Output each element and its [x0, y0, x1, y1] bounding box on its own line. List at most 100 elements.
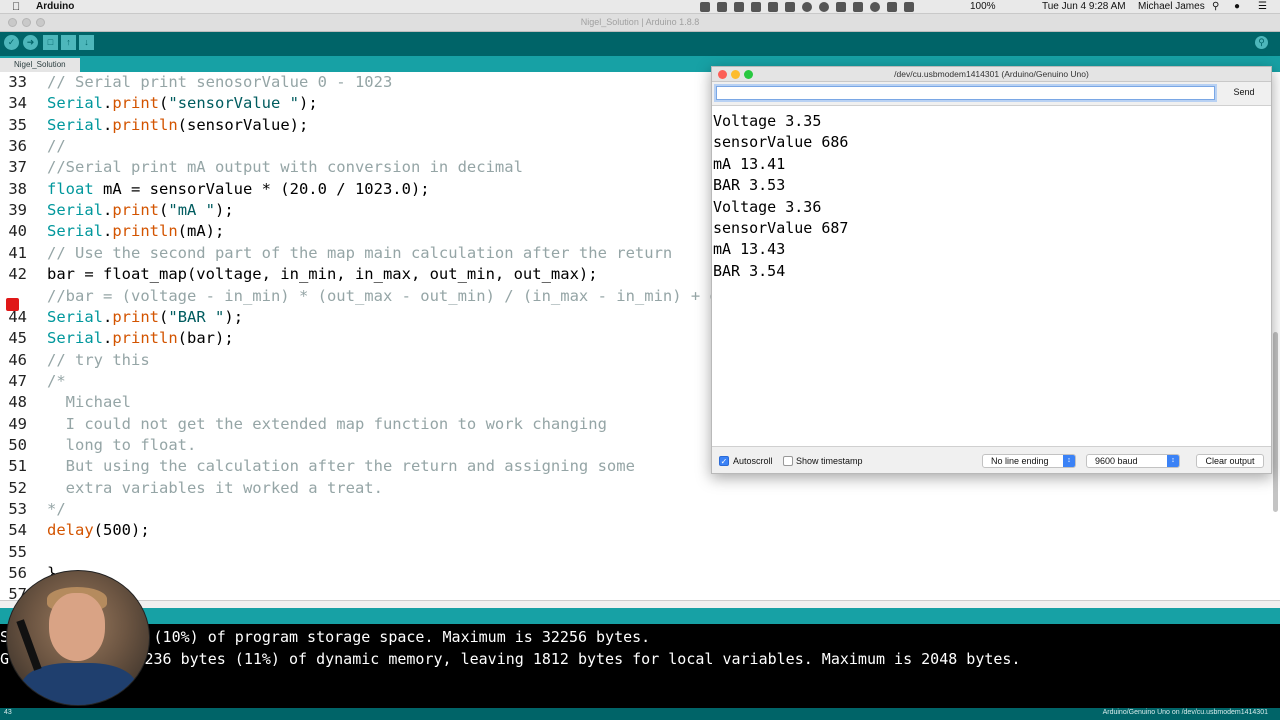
clock-icon[interactable]	[870, 2, 880, 12]
autoscroll-label: Autoscroll	[733, 456, 773, 466]
tray-icon[interactable]	[751, 2, 761, 12]
send-button[interactable]: Send	[1222, 85, 1266, 100]
code-line[interactable]: //bar = (voltage - in_min) * (out_max - …	[0, 286, 784, 307]
notification-icon[interactable]: ☰	[1258, 0, 1267, 14]
code-token: Michael	[47, 393, 131, 412]
code-token: extra variables it worked a treat.	[47, 478, 383, 497]
menubar-clock[interactable]: Tue Jun 4 9:28 AM	[1042, 0, 1126, 14]
line-number: 37	[8, 158, 27, 177]
new-sketch-button[interactable]: □	[43, 35, 58, 50]
line-number: 40	[8, 222, 27, 241]
serial-monitor-button[interactable]: ⚲	[1255, 36, 1268, 49]
tab-sketch[interactable]: Nigel_Solution	[0, 58, 80, 72]
serial-output-line: mA 13.43	[713, 240, 786, 259]
code-line[interactable]: 36 //	[0, 136, 66, 157]
line-number: 33	[8, 73, 27, 91]
editor-scrollbar[interactable]	[1273, 332, 1278, 512]
code-line[interactable]: 46 // try this	[0, 350, 149, 371]
code-line[interactable]: 49 I could not get the extended map func…	[0, 414, 607, 435]
tray-icon[interactable]	[819, 2, 829, 12]
code-line[interactable]: 55	[0, 542, 47, 563]
baud-rate-select[interactable]: 9600 baud ↕	[1086, 454, 1180, 468]
toolbar: ✓ ➜ □ ↑ ↓ ⚲	[0, 32, 1280, 56]
serial-output-line: sensorValue 687	[713, 219, 849, 237]
code-token: Serial	[47, 115, 103, 134]
code-token: //	[47, 137, 66, 156]
serial-output[interactable]: Voltage 3.35 sensorValue 686 mA 13.41 BAR 3…	[712, 105, 1271, 447]
upload-button[interactable]: ➜	[23, 35, 38, 50]
window-title: Nigel_Solution | Arduino 1.8.8	[580, 17, 700, 27]
save-sketch-button[interactable]: ↓	[79, 35, 94, 50]
line-number: 54	[8, 521, 27, 540]
code-line[interactable]: 38 float mA = sensorValue * (20.0 / 1023.…	[0, 179, 429, 200]
tray-icon[interactable]	[700, 2, 710, 12]
code-token: (mA);	[177, 222, 225, 241]
code-token: //bar = (voltage - in_min) * (out_max - …	[47, 286, 785, 305]
code-line[interactable]: 40 Serial.println(mA);	[0, 221, 224, 242]
code-token: //Serial print mA output with conversion…	[47, 158, 523, 177]
code-line[interactable]: 52 extra variables it worked a treat.	[0, 478, 383, 499]
code-line[interactable]: 35 Serial.println(sensorValue);	[0, 115, 308, 136]
code-line[interactable]: 47 /*	[0, 371, 65, 392]
siri-icon[interactable]: ●	[1234, 0, 1240, 14]
webcam-head	[49, 593, 105, 661]
clear-output-button[interactable]: Clear output	[1196, 454, 1264, 468]
code-line[interactable]: 45 Serial.println(bar);	[0, 328, 233, 349]
serial-output-line: BAR 3.54	[713, 261, 786, 280]
apple-icon[interactable]: 	[12, 0, 20, 14]
code-line[interactable]: 50 long to float.	[0, 435, 196, 456]
menubar-user[interactable]: Michael James	[1138, 0, 1205, 14]
bluetooth-icon[interactable]	[887, 2, 897, 12]
code-line[interactable]: 41 // Use the second part of the map main…	[0, 243, 672, 264]
serial-send-input[interactable]	[716, 86, 1215, 100]
line-number: 50	[8, 435, 27, 454]
code-token: print	[112, 307, 160, 326]
window-titlebar: Nigel_Solution | Arduino 1.8.8	[0, 14, 1280, 32]
code-token: // Use the second part of the map main c…	[47, 243, 673, 262]
code-line[interactable]: 54 delay(500);	[0, 520, 149, 541]
code-token: println	[112, 115, 178, 134]
status-strip[interactable]	[0, 600, 1280, 608]
code-line[interactable]: 53 */	[0, 499, 65, 520]
code-token: (	[159, 307, 169, 326]
code-line[interactable]: 39 Serial.print("mA ");	[0, 200, 233, 221]
code-token: I could not get the extended map functio…	[47, 414, 607, 433]
open-sketch-button[interactable]: ↑	[61, 35, 76, 50]
status-tray	[700, 1, 914, 13]
code-line[interactable]: 48 Michael	[0, 392, 131, 413]
code-line[interactable]: 44 Serial.print("BAR ");	[0, 307, 243, 328]
chevron-updown-icon: ↕	[1167, 455, 1179, 467]
tray-icon[interactable]	[802, 2, 812, 12]
line-number: 52	[8, 478, 27, 497]
code-token: (sensorValue);	[177, 115, 309, 134]
code-line[interactable]: 37 //Serial print mA output with conversi…	[0, 157, 523, 178]
tray-icon[interactable]	[836, 2, 846, 12]
tray-icon[interactable]	[785, 2, 795, 12]
tray-icon[interactable]	[853, 2, 863, 12]
spotlight-icon[interactable]: ⚲	[1212, 0, 1219, 14]
line-ending-select[interactable]: No line ending ↕	[982, 454, 1076, 468]
tray-icon[interactable]	[768, 2, 778, 12]
line-number: 46	[8, 350, 27, 369]
timestamp-checkbox[interactable]	[783, 456, 793, 466]
autoscroll-checkbox[interactable]: ✓	[719, 456, 729, 466]
verify-button[interactable]: ✓	[4, 35, 19, 50]
code-line[interactable]: 51 But using the calculation after the r…	[0, 456, 635, 477]
baud-rate-value: 9600 baud	[1095, 456, 1138, 466]
code-line[interactable]: 33 // Serial print senosorValue 0 - 1023	[0, 72, 392, 93]
line-number: 48	[8, 393, 27, 412]
battery-percent[interactable]: 100%	[970, 0, 996, 14]
code-token: .	[103, 307, 113, 326]
tray-icon[interactable]	[717, 2, 727, 12]
code-line[interactable]: 42 bar = float_map(voltage, in_min, in_ma…	[0, 264, 597, 285]
code-line[interactable]: 34 Serial.print("sensorValue ");	[0, 93, 317, 114]
app-menu[interactable]: Arduino	[36, 0, 74, 14]
tray-icon[interactable]	[734, 2, 744, 12]
timestamp-label: Show timestamp	[796, 456, 863, 466]
line-number: 56	[8, 564, 27, 583]
code-token: .	[103, 94, 113, 113]
wifi-icon[interactable]	[904, 2, 914, 12]
console-output[interactable]: Sk bytes (10%) of program storage space.…	[0, 624, 1280, 708]
line-number: 34	[8, 94, 27, 113]
console-header	[0, 608, 1280, 624]
